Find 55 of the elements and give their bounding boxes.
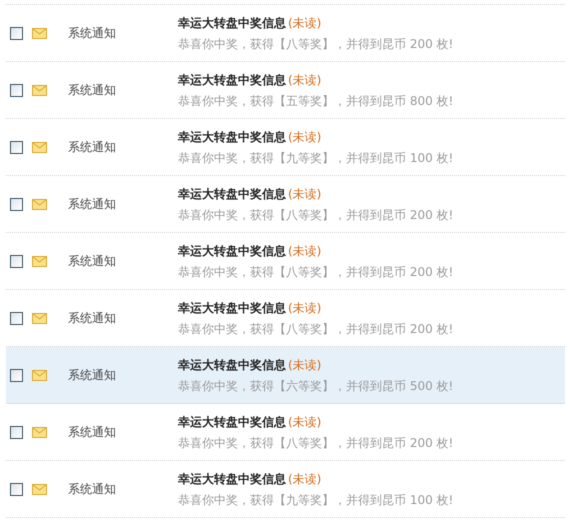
unread-status: (未读): [288, 14, 322, 32]
checkbox[interactable]: [10, 26, 23, 40]
unread-status: (未读): [288, 72, 322, 88]
unread-status: (未读): [288, 300, 322, 316]
envelope-icon: [32, 84, 47, 96]
message-title[interactable]: 幸运大转盘中奖信息: [178, 70, 286, 88]
message-preview: 恭喜你中奖，获得【六等奖】，并得到昆币 500 枚!: [178, 378, 454, 394]
message-preview: 恭喜你中奖，获得【九等奖】，并得到昆币 100 枚!: [178, 150, 454, 166]
checkbox[interactable]: [10, 198, 23, 210]
unread-status: (未读): [288, 242, 322, 260]
sender: 系统通知: [68, 424, 117, 441]
message-row[interactable]: 系统通知 幸运大转盘中奖信息 (未读) 恭喜你中奖，获得【六等奖】，并得到昆币 500 枚!: [6, 347, 565, 404]
unread-status: (未读): [288, 186, 322, 202]
message-title[interactable]: 幸运大转盘中奖信息: [178, 356, 286, 374]
envelope-icon: [32, 426, 47, 438]
message-preview: 恭喜你中奖，获得【八等奖】，并得到昆币 200 枚!: [178, 320, 454, 338]
checkbox[interactable]: [10, 482, 23, 496]
checkbox[interactable]: [10, 312, 23, 324]
message-preview: 恭喜你中奖，获得【九等奖】，并得到昆币 100 枚!: [178, 492, 454, 508]
unread-status: (未读): [288, 128, 322, 146]
sender: 系统通知: [68, 82, 117, 99]
envelope-icon: [32, 370, 47, 380]
message-title[interactable]: 幸运大转盘中奖信息: [178, 128, 286, 146]
message-preview: 恭喜你中奖，获得【八等奖】，并得到昆币 200 枚!: [178, 434, 454, 452]
sender: 系统通知: [68, 481, 117, 498]
sender: 系统通知: [68, 253, 117, 270]
message-preview: 恭喜你中奖，获得【五等奖】，并得到昆币 800 枚!: [178, 92, 454, 110]
checkbox[interactable]: [10, 84, 23, 96]
message-preview: 恭喜你中奖，获得【八等奖】，并得到昆币 200 枚!: [178, 264, 454, 280]
message-title[interactable]: 幸运大转盘中奖信息: [178, 184, 286, 202]
message-title[interactable]: 幸运大转盘中奖信息: [178, 412, 286, 430]
message-preview: 恭喜你中奖，获得【八等奖】，并得到昆币 200 枚!: [178, 206, 454, 224]
checkbox[interactable]: [10, 426, 23, 438]
envelope-icon: [32, 484, 47, 494]
envelope-icon: [32, 142, 47, 152]
unread-status: (未读): [288, 356, 322, 374]
message-title[interactable]: 幸运大转盘中奖信息: [178, 242, 286, 260]
message-title[interactable]: 幸运大转盘中奖信息: [178, 298, 286, 316]
checkbox[interactable]: [10, 368, 23, 382]
unread-status: (未读): [288, 414, 322, 430]
sender: 系统通知: [68, 25, 117, 42]
message-preview: 恭喜你中奖，获得【八等奖】，并得到昆币 200 枚!: [178, 36, 454, 52]
message-title[interactable]: 幸运大转盘中奖信息: [178, 470, 286, 488]
envelope-icon: [32, 28, 47, 38]
envelope-icon: [32, 256, 47, 266]
sender: 系统通知: [68, 139, 117, 156]
message-title[interactable]: 幸运大转盘中奖信息: [178, 14, 286, 32]
sender: 系统通知: [68, 367, 117, 384]
checkbox[interactable]: [10, 254, 23, 268]
envelope-icon: [32, 312, 47, 324]
sender: 系统通知: [68, 196, 117, 213]
envelope-icon: [32, 198, 47, 210]
unread-status: (未读): [288, 470, 322, 488]
checkbox[interactable]: [10, 140, 23, 154]
sender: 系统通知: [68, 310, 117, 327]
